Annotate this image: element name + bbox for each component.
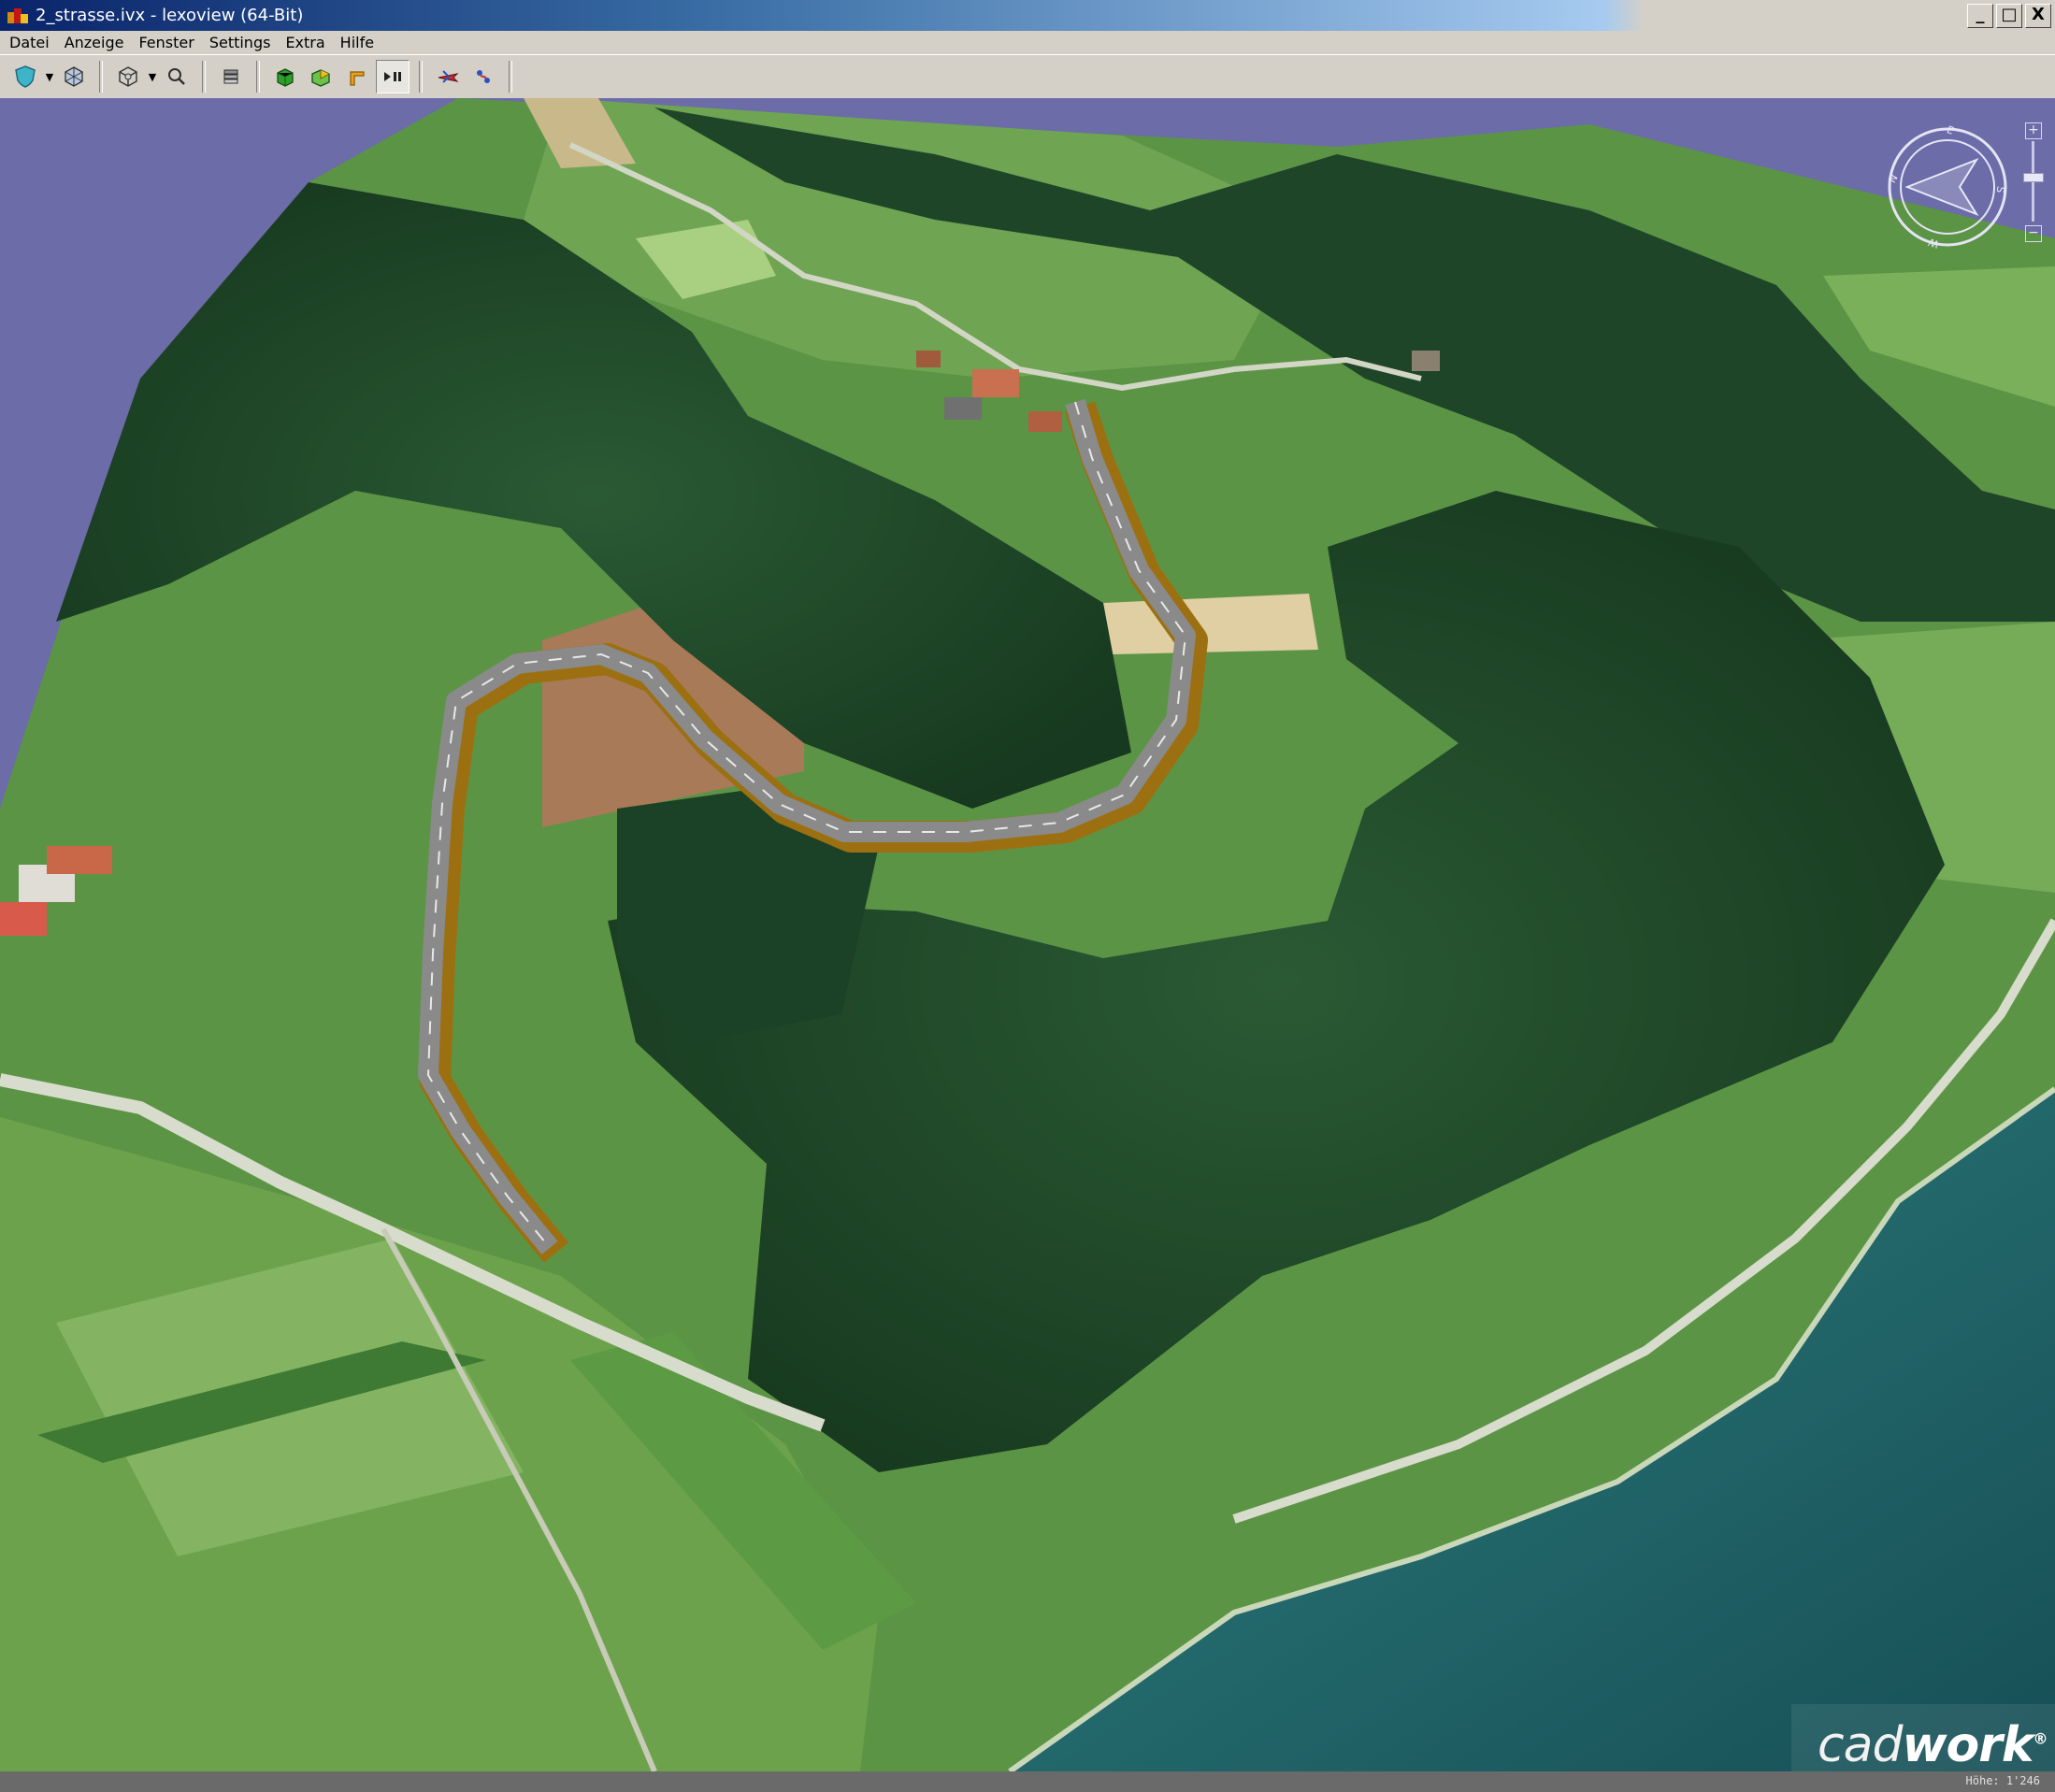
compass-letter-w: W (1927, 236, 1941, 251)
layers-icon[interactable] (215, 61, 247, 93)
logo-part-work: work (1902, 1717, 2033, 1771)
height-readout: Höhe: 1'246 (1965, 1774, 2040, 1787)
cadwork-logo: cadwork® (1818, 1717, 2048, 1771)
farm-building (916, 351, 941, 367)
toolbar-separator (99, 61, 103, 93)
close-button[interactable]: X (2025, 4, 2051, 28)
status-bar: Höhe: 1'246 (0, 1771, 2055, 1792)
compass-icon[interactable]: N E S W (1883, 122, 2012, 251)
village-building (47, 846, 112, 874)
toolbar-separator (202, 61, 206, 93)
compass-letter-s: S (1994, 185, 2007, 194)
title-bar: 2_strasse.ivx - lexoview (64-Bit) _ □ X (0, 0, 2055, 31)
registered-mark: ® (2033, 1729, 2048, 1748)
3d-viewport[interactable]: N E S W + − cadwork® (0, 98, 2055, 1771)
field-strip (1103, 594, 1318, 654)
view-cube-icon[interactable] (58, 61, 90, 93)
shield-icon[interactable] (9, 61, 41, 93)
wireframe-dropdown-icon[interactable]: ▼ (146, 61, 159, 93)
window-title: 2_strasse.ivx - lexoview (64-Bit) (36, 6, 304, 25)
walk-icon[interactable] (467, 61, 499, 93)
village-building (0, 902, 47, 936)
farm-building (972, 369, 1019, 397)
farm-building (944, 397, 982, 420)
menu-hilfe[interactable]: Hilfe (333, 34, 381, 51)
toolbar-separator (509, 61, 512, 93)
green-open-box-icon[interactable] (305, 61, 337, 93)
toolbar: ▼ ▼ (0, 54, 2055, 99)
app-icon[interactable] (7, 7, 28, 25)
terrain-scene (0, 98, 2055, 1771)
maximize-button[interactable]: □ (1996, 4, 2022, 28)
farm-building (1412, 351, 1440, 371)
toolbar-separator (419, 61, 423, 93)
zoom-slider-thumb[interactable] (2023, 172, 2044, 182)
toolbar-separator (256, 61, 260, 93)
corner-icon[interactable] (340, 61, 372, 93)
logo-part-cad: cad (1818, 1717, 1903, 1771)
play-pause-icon[interactable] (376, 60, 410, 93)
shield-dropdown-icon[interactable]: ▼ (43, 61, 56, 93)
minimize-button[interactable]: _ (1967, 4, 1993, 28)
menu-settings[interactable]: Settings (202, 34, 279, 51)
zoom-in-button[interactable]: + (2025, 122, 2042, 139)
window-controls: _ □ X (1967, 4, 2051, 28)
wireframe-cube-icon[interactable] (112, 61, 144, 93)
flight-icon[interactable] (432, 61, 464, 93)
menu-extra[interactable]: Extra (278, 34, 332, 51)
menu-bar: Datei Anzeige Fenster Settings Extra Hil… (0, 31, 2055, 54)
menu-datei[interactable]: Datei (0, 34, 57, 51)
menu-fenster[interactable]: Fenster (131, 34, 201, 51)
menu-anzeige[interactable]: Anzeige (57, 34, 132, 51)
zoom-out-button[interactable]: − (2025, 225, 2042, 242)
green-box-icon[interactable] (269, 61, 301, 93)
zoom-icon[interactable] (161, 61, 193, 93)
farm-building (1028, 411, 1062, 432)
